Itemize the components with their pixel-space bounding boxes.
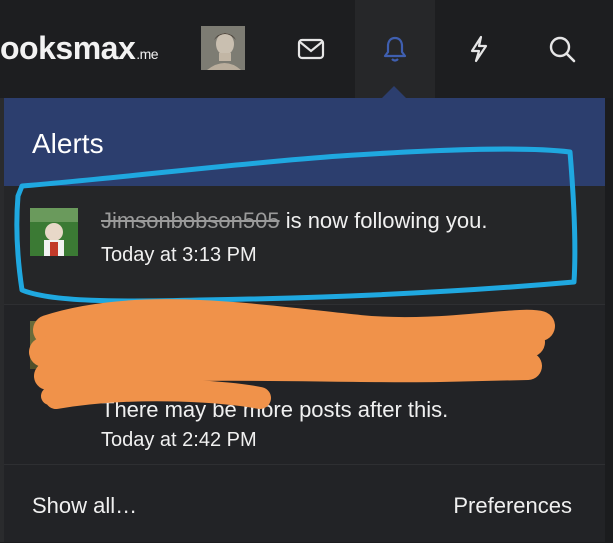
alerts-header: Alerts — [4, 98, 605, 186]
alert-item[interactable]: plied to the thread U There may be more … — [4, 304, 605, 465]
bell-icon — [383, 36, 407, 62]
alert-timestamp: Today at 3:13 PM — [101, 244, 257, 266]
top-navigation: ooksmax.me — [0, 0, 613, 98]
show-all-link[interactable]: Show all… — [32, 493, 137, 519]
alert-action-text: is now following you. — [279, 208, 488, 233]
alert-message-line: There may be more posts after this. — [101, 397, 449, 422]
preferences-link[interactable]: Preferences — [453, 493, 572, 519]
alert-item[interactable]: Jimsonbobson505 is now following you. To… — [4, 186, 605, 304]
avatar-image — [30, 321, 78, 369]
user-avatar[interactable] — [201, 26, 245, 70]
logo-text: ooksmax — [0, 30, 136, 66]
alerts-footer: Show all… Preferences — [4, 464, 605, 543]
mail-icon — [297, 38, 325, 60]
alerts-title: Alerts — [32, 128, 104, 159]
alert-avatar[interactable] — [30, 208, 78, 256]
search-button[interactable] — [522, 0, 602, 98]
bolt-icon — [470, 35, 488, 63]
avatar-image — [201, 26, 245, 70]
whats-new-button[interactable] — [439, 0, 519, 98]
site-logo[interactable]: ooksmax.me — [0, 30, 159, 67]
alerts-dropdown: Alerts Jimsonbobson505 is now following … — [4, 98, 605, 542]
alert-message: plied to the thread U — [101, 321, 300, 346]
alert-timestamp: Today at 2:42 PM — [101, 429, 257, 451]
avatar-image — [30, 208, 78, 256]
alert-username[interactable]: Jimsonbobson505 — [101, 208, 280, 233]
search-icon — [549, 36, 576, 63]
alert-avatar[interactable] — [30, 321, 78, 369]
alerts-button[interactable] — [355, 0, 435, 98]
logo-tld: .me — [136, 46, 159, 62]
alert-message: Jimsonbobson505 is now following you. — [101, 208, 487, 234]
inbox-button[interactable] — [271, 0, 351, 98]
menu-caret — [382, 86, 406, 98]
